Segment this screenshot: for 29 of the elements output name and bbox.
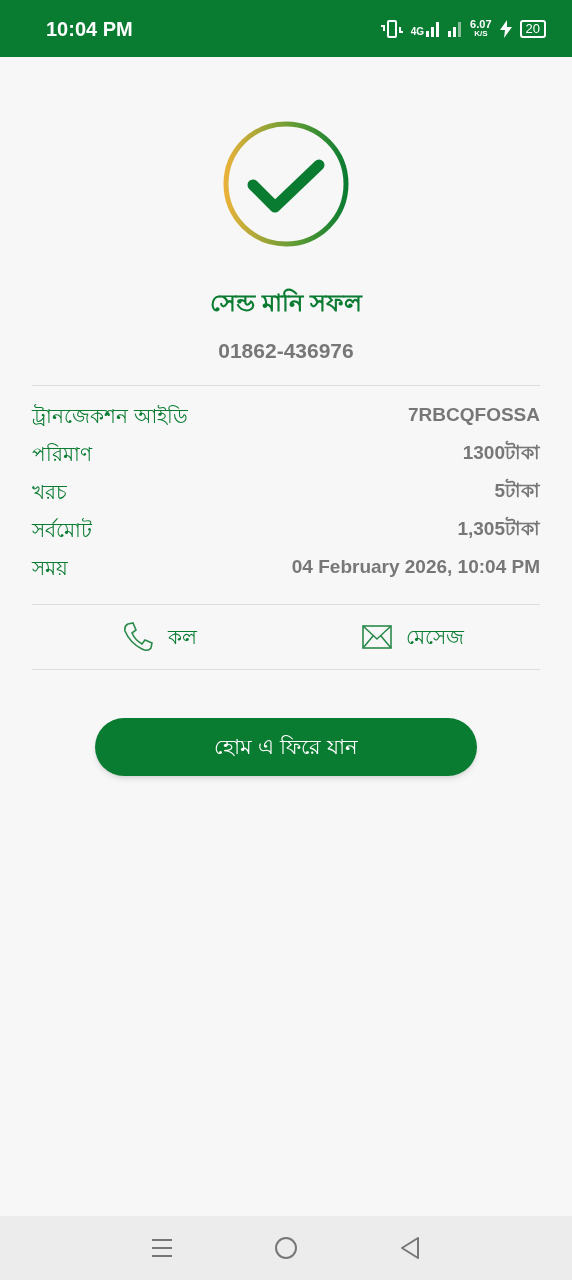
home-button[interactable]: হোম এ ফিরে যান <box>95 717 477 776</box>
call-button[interactable]: কল <box>32 604 286 669</box>
recipient-number: 01862-436976 <box>218 338 354 364</box>
success-check-icon <box>223 121 349 247</box>
status-time: 10:04 PM <box>46 16 133 42</box>
envelope-icon <box>362 624 392 649</box>
detail-label: পরিমাণ <box>32 441 92 467</box>
vibrate-icon <box>380 19 403 38</box>
detail-value: 5টাকা <box>494 477 540 504</box>
back-icon[interactable] <box>399 1236 422 1260</box>
detail-value: 7RBCQFOSSA <box>408 403 540 428</box>
detail-label: ট্রানজেকশন আইডি <box>32 403 188 429</box>
detail-label: সর্বমোট <box>32 517 92 543</box>
speed-unit: K/S <box>474 30 488 38</box>
detail-value: 1300টাকা <box>462 439 540 466</box>
menu-icon[interactable] <box>150 1238 173 1258</box>
network-label: 4G <box>410 26 425 37</box>
detail-label: সময় <box>32 555 68 581</box>
success-title: সেন্ড মানি সফল <box>210 287 362 318</box>
detail-label: খরচ <box>32 479 67 505</box>
detail-value: 04 February 2026, 10:04 PM <box>291 555 540 580</box>
battery-indicator: 20 <box>519 19 546 38</box>
signal-icon <box>448 20 463 37</box>
home-circle-icon[interactable] <box>274 1236 298 1260</box>
message-button[interactable]: মেসেজ <box>286 604 540 669</box>
detail-value: 1,305টাকা <box>457 515 540 542</box>
signal-icon <box>426 20 441 37</box>
phone-icon <box>121 620 154 653</box>
network-speed: 6.07 <box>470 19 492 30</box>
